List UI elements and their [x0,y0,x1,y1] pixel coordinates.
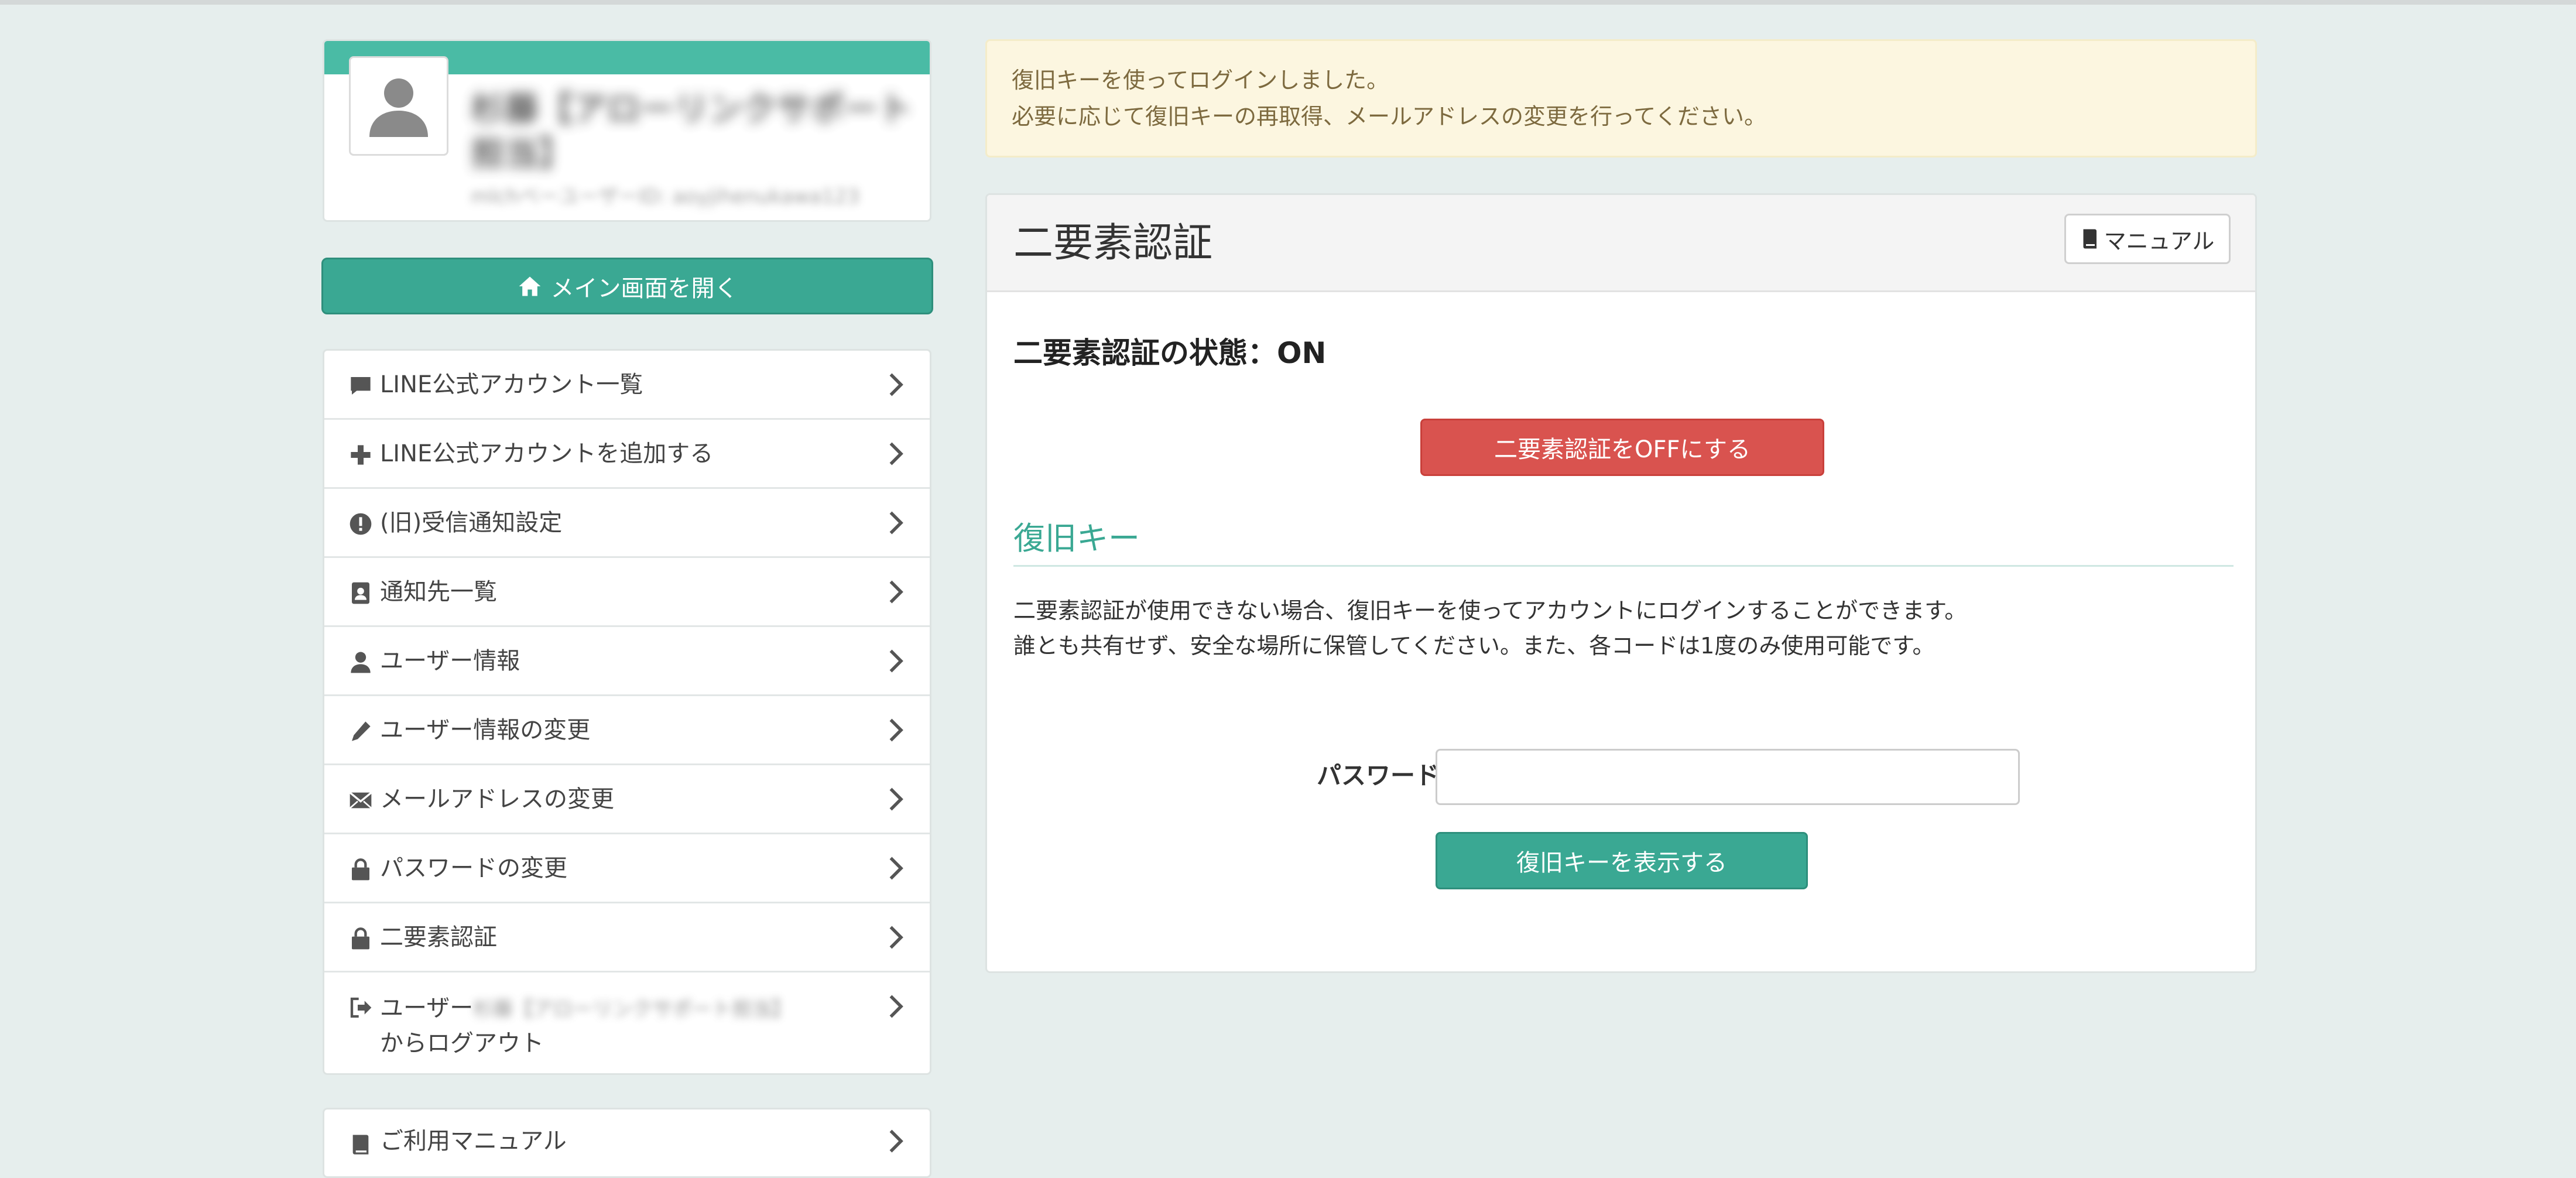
sidebar-item-user-info[interactable]: ユーザー情報 [324,627,930,696]
two-factor-panel: 二要素認証 マニュアル 二要素認証の状態：ON 二要素認証をOFFにする 復旧キ… [985,193,2257,973]
page-title: 二要素認証 [1013,220,1213,266]
pencil-icon [352,721,371,741]
sidebar-item-label: LINE公式アカウント一覧 [380,371,643,398]
logout-prefix: ユーザー [380,995,474,1022]
sidebar-item-old-notification-settings[interactable]: (旧)受信通知設定 [324,489,930,558]
show-recovery-key-button[interactable]: 復旧キーを表示する [1436,832,1808,889]
top-border [0,0,2576,5]
comment-icon [351,377,371,395]
alert-line-2: 必要に応じて復旧キーの再取得、メールアドレスの変更を行ってください。 [1012,104,1766,129]
chevron-right-icon [889,1129,903,1153]
avatar [349,56,448,156]
lock-icon [352,927,369,950]
sidebar-item-notification-targets[interactable]: 通知先一覧 [324,558,930,627]
envelope-icon [349,792,372,809]
chevron-right-icon [889,926,903,949]
sidebar-item-add-line-account[interactable]: LINE公式アカウントを追加する [324,420,930,489]
sidebar-item-label: LINE公式アカウントを追加する [380,440,714,467]
lock-icon [352,858,369,881]
manual-button[interactable]: マニュアル [2064,214,2231,264]
chevron-right-icon [889,649,903,673]
sidebar-item-label: 二要素認証 [380,924,497,951]
sidebar-item-label: パスワードの変更 [380,855,567,882]
sidebar-item-change-email[interactable]: メールアドレスの変更 [324,765,930,834]
book-icon [352,1135,369,1155]
sidebar-item-label: ユーザー情報の変更 [380,717,591,744]
sidebar-item-line-accounts[interactable]: LINE公式アカウント一覧 [324,351,930,420]
panel-header: 二要素認証 マニュアル [987,195,2255,292]
logout-label: ユーザー杉藤【アローリンクサポート担当】からログアウト [380,991,907,1060]
sign-out-icon [350,997,372,1018]
logout-user-name: 杉藤【アローリンクサポート担当】 [473,998,792,1021]
password-input[interactable] [1436,749,2020,805]
book-icon [2083,229,2097,249]
sidebar-item-label: 通知先一覧 [380,578,497,605]
plus-icon [351,445,371,465]
recovery-key-description: 二要素認証が使用できない場合、復旧キーを使ってアカウントにログインすることができ… [1013,593,1967,663]
sidebar-item-edit-user-info[interactable]: ユーザー情報の変更 [324,696,930,765]
profile-user-id: mlchベーユーザーID: aoyjihenukawa123 [471,185,860,208]
sidebar-item-change-password[interactable]: パスワードの変更 [324,834,930,903]
alert-line-1: 復旧キーを使ってログインしました。 [1012,67,1389,93]
chevron-right-icon [889,787,903,811]
open-main-screen-button[interactable]: メイン画面を開く [321,258,933,314]
manual-button-label: マニュアル [2104,228,2215,254]
sidebar-item-label: ご利用マニュアル [380,1128,567,1155]
chevron-right-icon [889,580,903,604]
home-icon [519,276,540,296]
logout-suffix: からログアウト [380,1030,544,1057]
user-silhouette-icon [369,78,428,137]
contact-card-icon [352,582,369,604]
recovery-login-alert: 復旧キーを使ってログインしました。 必要に応じて復旧キーの再取得、メールアドレス… [985,39,2257,157]
sidebar-item-logout[interactable]: ユーザー杉藤【アローリンクサポート担当】からログアウト [324,972,930,1077]
sidebar-item-label: (旧)受信通知設定 [380,509,563,536]
two-factor-status: 二要素認証の状態：ON [1013,336,1327,370]
password-label: パスワード [1316,761,1440,790]
sidebar-item-two-factor-auth[interactable]: 二要素認証 [324,903,930,972]
description-line-1: 二要素認証が使用できない場合、復旧キーを使ってアカウントにログインすることができ… [1013,598,1967,624]
user-icon [351,652,371,673]
profile-name: 杉藤【アローリンクサポート担当】 [471,89,913,173]
sidebar-nav: LINE公式アカウント一覧 LINE公式アカウントを追加する (旧)受信通知設定… [323,349,931,1075]
chevron-right-icon [889,857,903,880]
exclamation-circle-icon [350,513,372,535]
chevron-right-icon [889,995,903,1018]
description-line-2: 誰とも共有せず、安全な場所に保管してください。また、各コードは1度のみ使用可能で… [1013,633,1935,659]
chevron-right-icon [889,442,903,465]
chevron-right-icon [889,373,903,396]
sidebar-item-label: メールアドレスの変更 [380,786,614,813]
open-main-screen-label: メイン画面を開く [550,275,738,302]
sidebar-item-label: ユーザー情報 [380,648,520,674]
profile-card: 杉藤【アローリンクサポート担当】 mlchベーユーザーID: aoyjihenu… [323,39,931,222]
sidebar-item-user-manual[interactable]: ご利用マニュアル [323,1108,931,1178]
disable-two-factor-button[interactable]: 二要素認証をOFFにする [1420,419,1824,476]
chevron-right-icon [889,718,903,742]
recovery-key-section-title: 復旧キー [1013,520,2234,567]
chevron-right-icon [889,511,903,535]
